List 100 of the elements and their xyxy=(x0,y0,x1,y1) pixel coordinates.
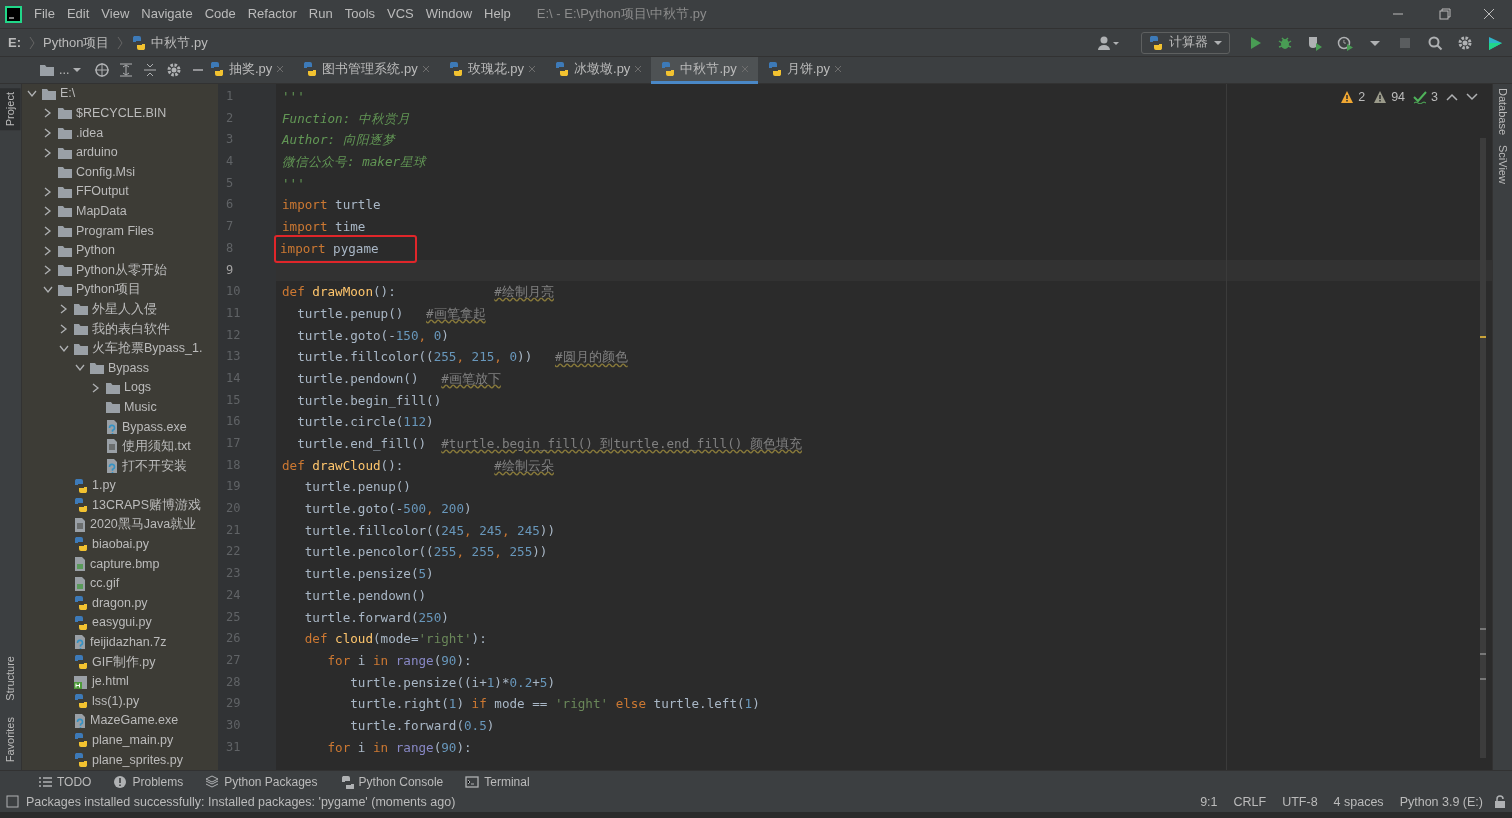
tree-item[interactable]: Logs xyxy=(22,377,218,398)
tree-item[interactable]: cc.gif xyxy=(22,573,218,594)
menu-item[interactable]: Run xyxy=(302,4,339,24)
chevron-up-icon[interactable] xyxy=(1446,93,1458,102)
tool-window-button[interactable]: Database xyxy=(1494,88,1511,136)
tree-item[interactable]: MapData xyxy=(22,201,218,222)
tree-item[interactable]: 打不开安装 xyxy=(22,456,218,476)
tree-item[interactable]: Config.Msi xyxy=(22,162,218,182)
tree-item[interactable]: 火车抢票Bypass_1. xyxy=(22,338,218,359)
tree-item[interactable]: biaobai.py xyxy=(22,534,218,555)
tool-window-button[interactable]: Favorites xyxy=(0,712,21,766)
status-item[interactable]: 4 spaces xyxy=(1328,792,1389,812)
bug-icon[interactable] xyxy=(1277,34,1293,51)
breadcrumb-item[interactable]: Python项目 xyxy=(43,32,110,53)
shield-run-icon[interactable] xyxy=(1307,34,1323,51)
panel-toggle-icon[interactable] xyxy=(6,795,20,809)
status-item[interactable]: Python 3.9 (E:) xyxy=(1394,792,1488,812)
search-icon[interactable] xyxy=(1427,34,1443,51)
menu-item[interactable]: File xyxy=(28,4,61,24)
breadcrumb-item[interactable]: 中秋节.py xyxy=(131,32,208,53)
folder-icon xyxy=(73,321,89,336)
tree-item[interactable]: 13CRAPS赌博游戏 xyxy=(22,495,218,516)
menu-item[interactable]: Navigate xyxy=(135,4,199,24)
tree-item[interactable]: plane_main.py xyxy=(22,730,218,751)
editor-tab[interactable]: 中秋节.py xyxy=(651,57,758,84)
tool-window-button[interactable]: TODO xyxy=(30,772,100,791)
menu-item[interactable]: VCS xyxy=(381,4,420,24)
tree-item[interactable]: E:\ xyxy=(22,84,218,104)
warning-icon xyxy=(1340,90,1355,105)
breadcrumb-item[interactable]: E: xyxy=(8,32,21,53)
tree-item[interactable]: MazeGame.exe xyxy=(22,711,218,731)
tree-item[interactable]: FFOutput xyxy=(22,181,218,202)
tree-item[interactable]: plane_sprites.py xyxy=(22,750,218,770)
settings-icon[interactable] xyxy=(166,62,183,78)
status-item[interactable]: CRLF xyxy=(1228,792,1272,812)
inspection-counter[interactable]: 94 xyxy=(1373,88,1406,107)
editor-tab[interactable]: 冰墩墩.py xyxy=(545,57,652,84)
tree-item[interactable]: 1.py xyxy=(22,475,218,496)
tree-item[interactable]: 外星人入侵 xyxy=(22,299,218,320)
tree-item[interactable]: $RECYCLE.BIN xyxy=(22,103,218,124)
menu-item[interactable]: Edit xyxy=(60,4,96,24)
tree-item[interactable]: .idea xyxy=(22,123,218,143)
tool-window-button[interactable]: Problems xyxy=(105,772,192,791)
editor-tab[interactable]: 图书管理系统.py xyxy=(293,57,439,84)
user-icon[interactable] xyxy=(1097,34,1121,51)
tree-item[interactable]: 2020黑马Java就业 xyxy=(22,515,218,535)
editor-tab[interactable]: 抽奖.py xyxy=(200,57,294,84)
tree-item[interactable]: je.html xyxy=(22,671,218,692)
crosshair-icon[interactable] xyxy=(94,62,111,78)
tree-item[interactable]: dragon.py xyxy=(22,593,218,614)
tree-item[interactable]: Music xyxy=(22,397,218,418)
settings-icon[interactable] xyxy=(1457,34,1473,51)
status-message: Packages installed successfully: Installed packages: 'pygame' (moments ago) xyxy=(26,793,456,811)
tree-item[interactable]: Python xyxy=(22,240,218,261)
editor-tab[interactable]: 月饼.py xyxy=(757,57,852,84)
code-line: turtle.penup() #画笔拿起 xyxy=(296,304,486,323)
project-view-selector[interactable]: ... xyxy=(34,60,87,80)
status-item[interactable]: UTF-8 xyxy=(1277,792,1323,812)
menu-item[interactable]: Refactor xyxy=(241,4,303,24)
inspection-counter[interactable]: 2 xyxy=(1340,88,1366,107)
chevron-right-icon xyxy=(44,128,52,138)
run-configuration-dropdown[interactable]: 计算器 xyxy=(1141,31,1230,54)
code-line: ''' xyxy=(281,88,305,106)
chevron-right-icon xyxy=(44,108,52,119)
tree-item[interactable]: Python从零开始 xyxy=(22,260,218,280)
tree-item[interactable]: feijidazhan.7z xyxy=(22,632,218,653)
menu-item[interactable]: Code xyxy=(198,4,242,24)
tool-window-button[interactable]: Project xyxy=(0,88,21,131)
tree-item[interactable]: GIF制作.py xyxy=(22,652,218,672)
tree-item[interactable]: easygui.py xyxy=(22,613,218,633)
lock-icon[interactable] xyxy=(1494,795,1506,809)
tree-item[interactable]: capture.bmp xyxy=(22,554,218,574)
menu-item[interactable]: Tools xyxy=(338,4,382,24)
menu-item[interactable]: Window xyxy=(419,4,479,24)
tree-item[interactable]: Bypass.exe xyxy=(22,417,218,437)
tool-window-button[interactable]: Terminal xyxy=(457,772,538,791)
clock-run-icon[interactable] xyxy=(1337,34,1353,51)
menu-item[interactable]: Help xyxy=(478,4,517,24)
folder-icon xyxy=(57,243,73,258)
tree-item[interactable]: Python项目 xyxy=(22,279,218,300)
tool-window-button[interactable]: Structure xyxy=(0,652,21,705)
tree-item[interactable]: Program Files xyxy=(22,221,218,241)
tool-window-button[interactable]: SciView xyxy=(1494,145,1511,185)
code-line: turtle.forward(0.5) xyxy=(349,716,495,735)
plugin-logo-icon[interactable] xyxy=(1487,34,1503,51)
tree-item[interactable]: 我的表白软件 xyxy=(22,319,218,339)
tree-item[interactable]: Bypass xyxy=(22,358,218,378)
python-icon xyxy=(1148,34,1164,51)
tree-item[interactable]: lss(1).py xyxy=(22,691,218,711)
tool-window-button[interactable]: Python Packages xyxy=(197,772,326,791)
menu-item[interactable]: View xyxy=(95,4,136,24)
chevron-down-icon[interactable] xyxy=(1466,93,1478,102)
inspection-counter[interactable]: 3 xyxy=(1413,88,1438,107)
collapse-all-icon[interactable] xyxy=(142,62,159,78)
tool-window-button[interactable]: Python Console xyxy=(331,772,452,791)
status-item[interactable]: 9:1 xyxy=(1195,792,1223,812)
editor-tab[interactable]: 玫瑰花.py xyxy=(438,57,546,84)
tree-item[interactable]: 使用须知.txt xyxy=(22,436,218,457)
tree-item[interactable]: arduino xyxy=(22,142,218,163)
expand-all-icon[interactable] xyxy=(118,62,135,78)
